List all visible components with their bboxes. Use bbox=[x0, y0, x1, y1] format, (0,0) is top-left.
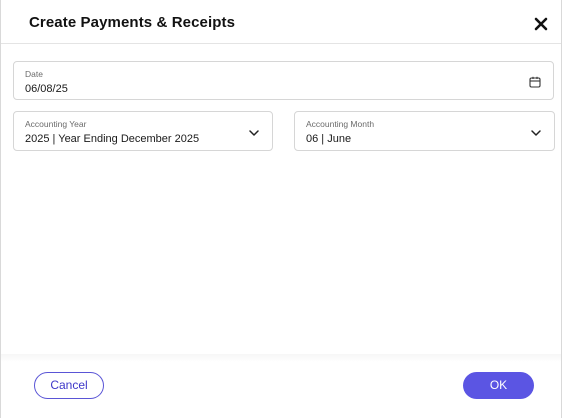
cancel-button[interactable]: Cancel bbox=[34, 372, 104, 399]
date-field[interactable]: Date 06/08/25 bbox=[13, 61, 554, 100]
dialog-header: Create Payments & Receipts bbox=[1, 0, 561, 44]
ok-button[interactable]: OK bbox=[463, 372, 534, 399]
dialog-title: Create Payments & Receipts bbox=[29, 14, 236, 31]
accounting-month-select[interactable]: Accounting Month 06 | June bbox=[294, 111, 555, 151]
date-value: 06/08/25 bbox=[25, 83, 68, 95]
accounting-year-label: Accounting Year bbox=[25, 119, 87, 129]
accounting-year-value: 2025 | Year Ending December 2025 bbox=[25, 133, 200, 145]
calendar-icon[interactable] bbox=[529, 75, 541, 88]
close-icon[interactable] bbox=[533, 16, 549, 32]
accounting-year-select[interactable]: Accounting Year 2025 | Year Ending Decem… bbox=[13, 111, 273, 151]
dialog-footer: Cancel OK bbox=[1, 354, 561, 418]
accounting-month-label: Accounting Month bbox=[306, 119, 375, 129]
date-label: Date bbox=[25, 69, 43, 79]
create-payments-dialog: Create Payments & Receipts Date 06/08/25… bbox=[0, 0, 562, 418]
chevron-down-icon[interactable] bbox=[530, 126, 542, 138]
chevron-down-icon[interactable] bbox=[248, 126, 260, 138]
accounting-month-value: 06 | June bbox=[306, 133, 352, 145]
